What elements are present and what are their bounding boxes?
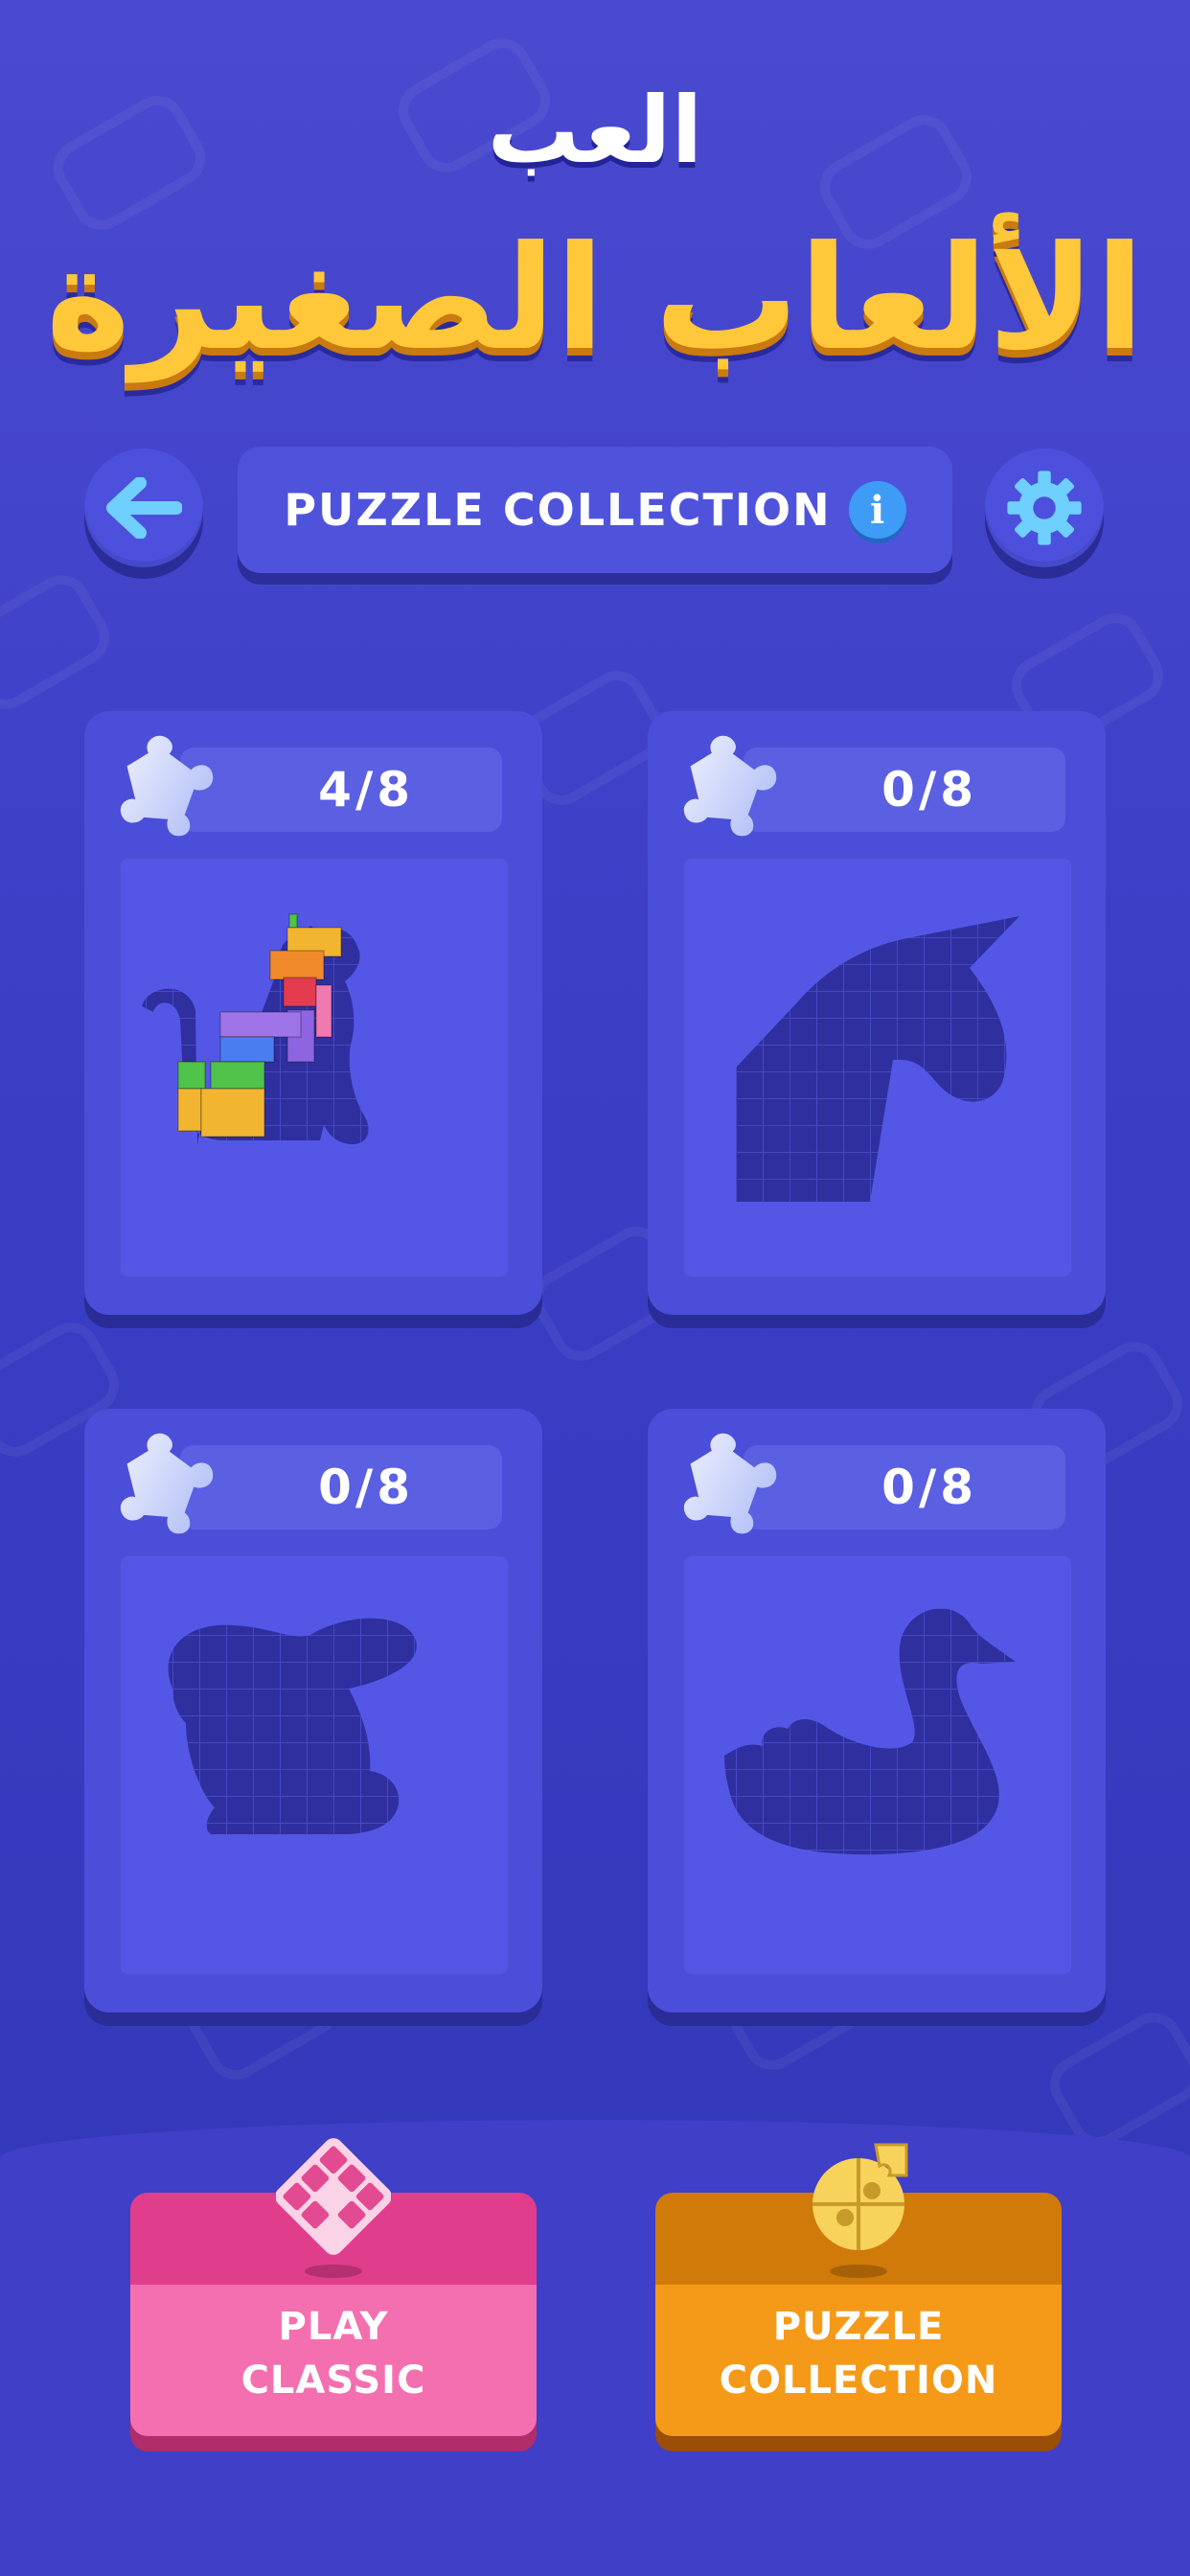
puzzle-collection-button[interactable]: PUZZLE COLLECTION — [655, 2143, 1062, 2436]
gear-icon — [1007, 471, 1082, 545]
rabbit-puzzle-image — [119, 1554, 510, 1976]
title-small: العب — [487, 77, 703, 184]
swan-puzzle-image — [682, 1554, 1073, 1976]
header-bar: PUZZLE COLLECTION i — [238, 447, 952, 573]
play-classic-button[interactable]: PLAY CLASSIC — [130, 2138, 537, 2436]
puzzle-piece-icon — [120, 735, 214, 837]
puzzle-card-rabbit[interactable]: 0/8 — [84, 1409, 542, 2012]
puzzle-card-cat[interactable]: 4/8 — [84, 711, 542, 1315]
diamond-grid-icon — [276, 2138, 391, 2278]
header-title: PUZZLE COLLECTION — [284, 484, 832, 536]
puzzle-piece-icon — [683, 1433, 777, 1534]
jigsaw-icon — [812, 2143, 908, 2278]
puzzle-card-unicorn[interactable]: 0/8 — [648, 711, 1106, 1315]
unicorn-puzzle-image — [682, 857, 1073, 1278]
cat-puzzle-image — [119, 857, 510, 1278]
puzzle-piece-icon — [683, 735, 777, 837]
info-icon[interactable]: i — [848, 481, 906, 539]
game-title: الألعاب الصغيرة — [45, 216, 1145, 382]
play-classic-label: PLAY CLASSIC — [240, 2305, 426, 2403]
puzzle-collection-label: PUZZLE COLLECTION — [719, 2305, 998, 2403]
puzzle-card-swan[interactable]: 0/8 — [648, 1409, 1106, 2012]
puzzle-piece-icon — [120, 1433, 214, 1534]
settings-button[interactable] — [985, 448, 1104, 567]
arrow-left-icon — [106, 477, 182, 539]
back-button[interactable] — [84, 448, 203, 567]
